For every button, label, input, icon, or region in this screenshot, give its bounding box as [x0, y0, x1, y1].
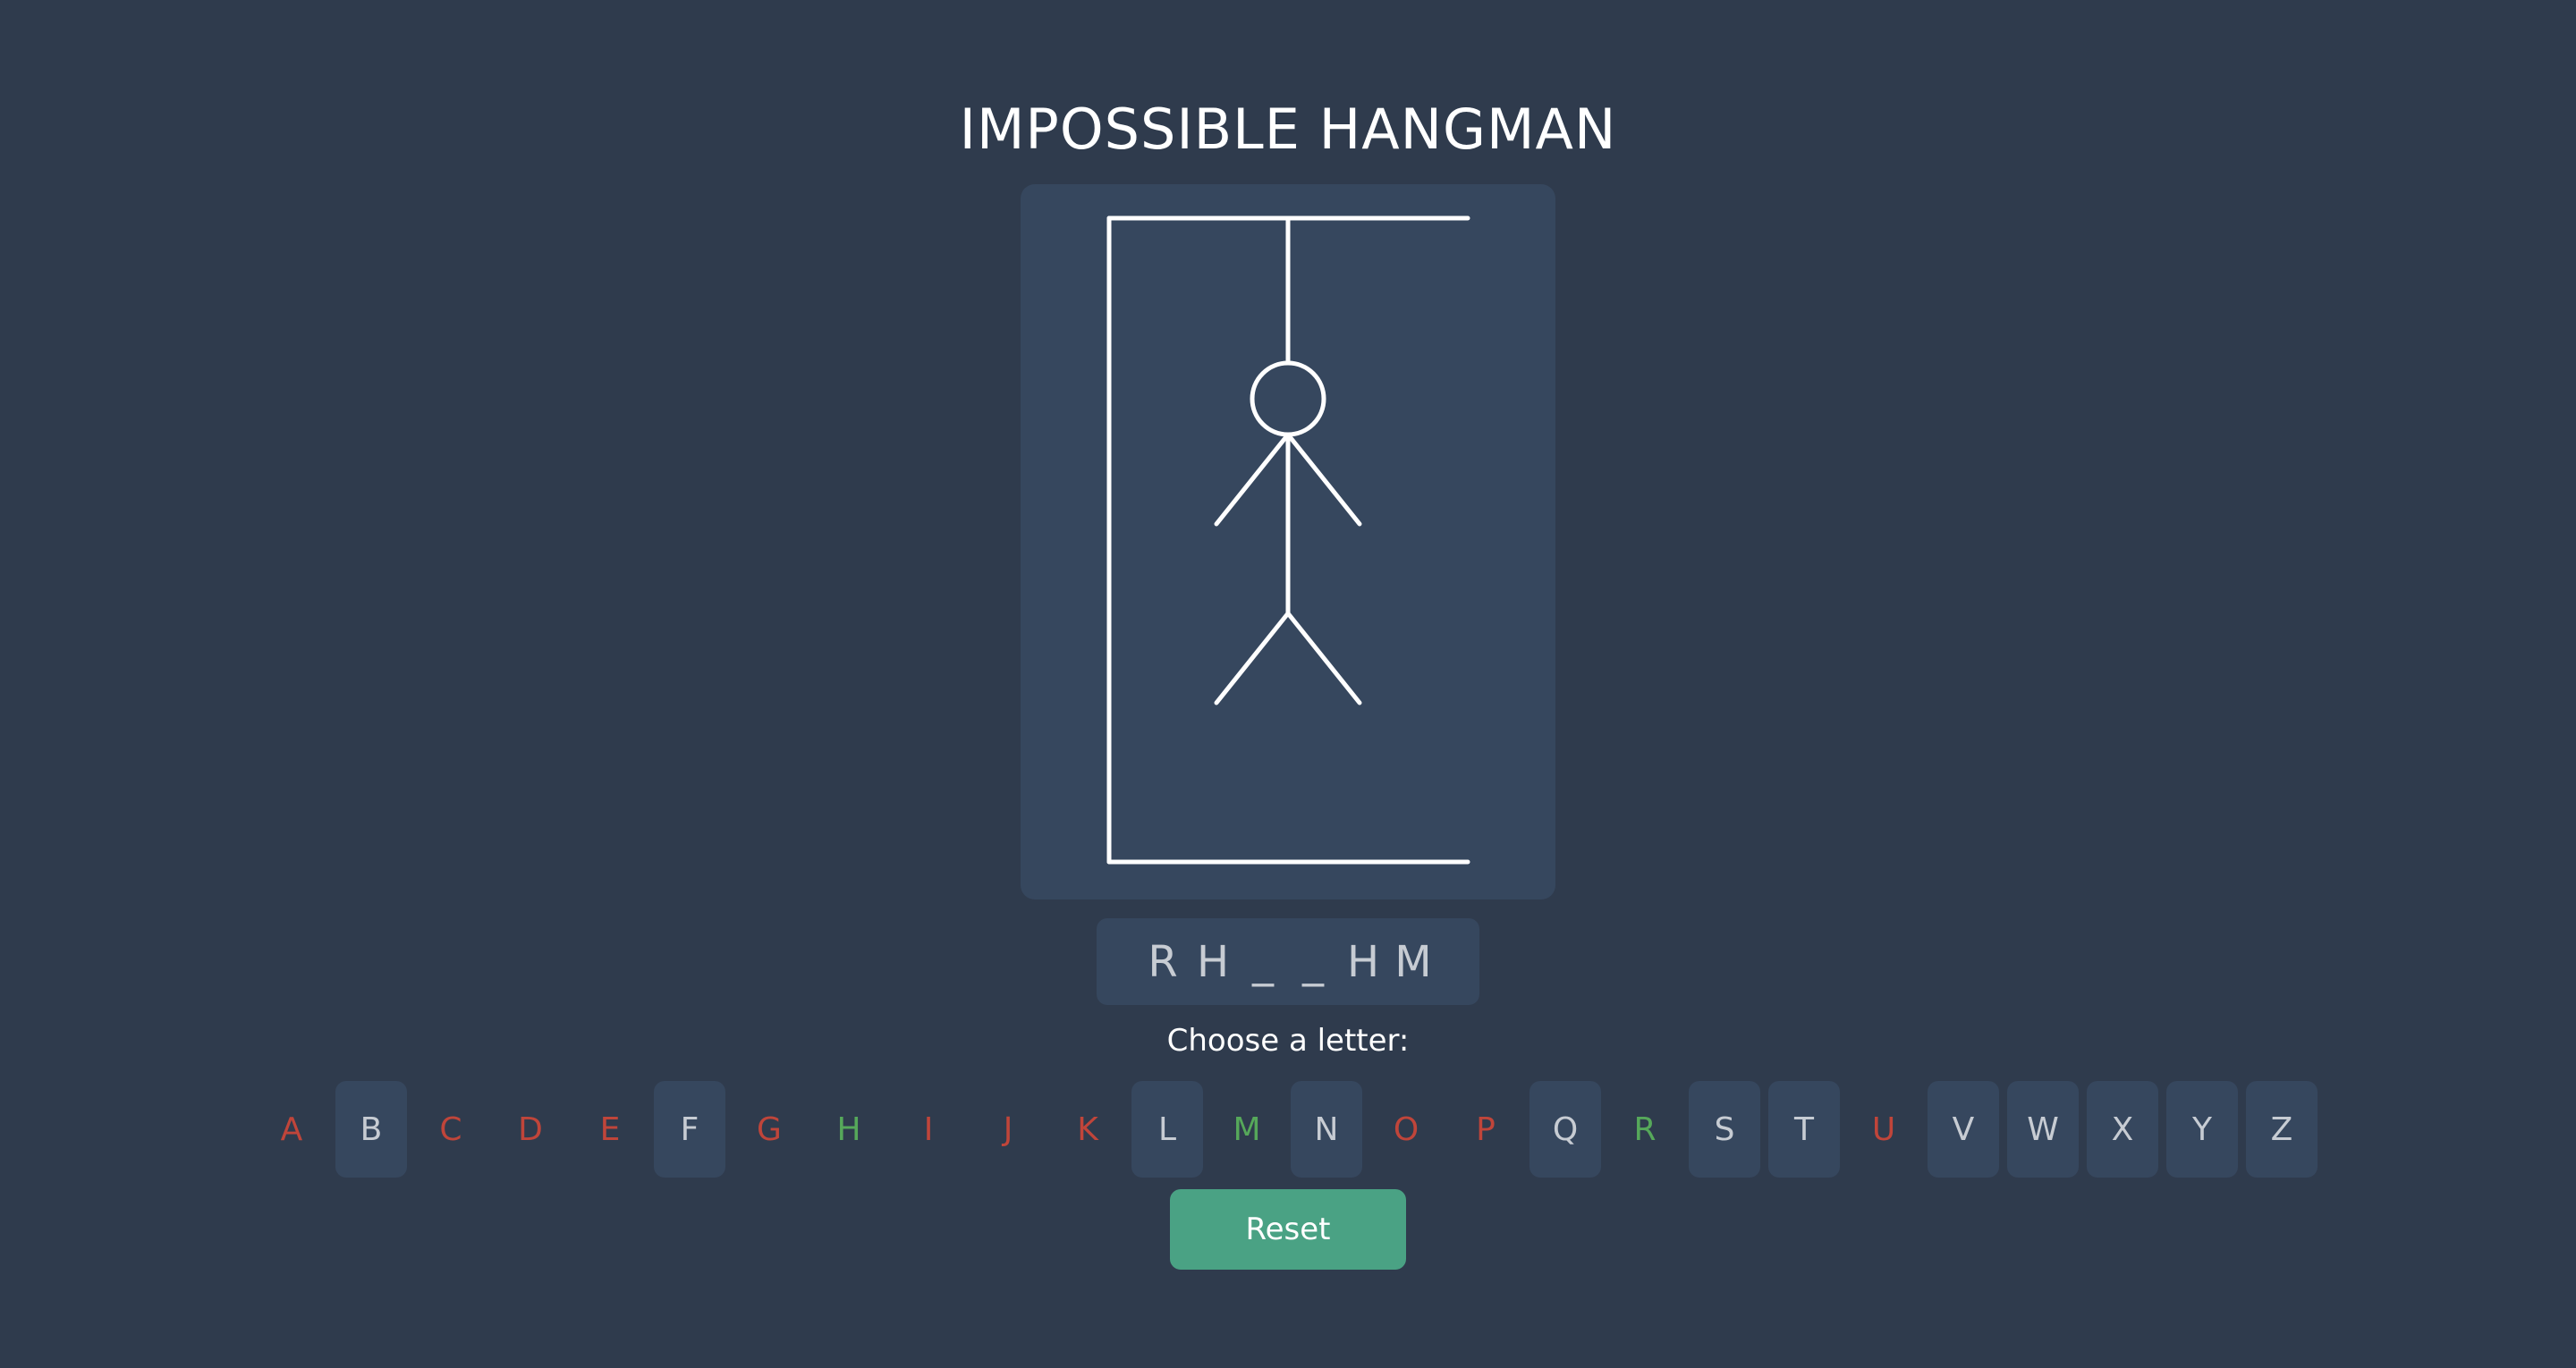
letter-button-u[interactable]: U [1848, 1081, 1919, 1178]
hangman-head [1250, 360, 1326, 437]
letter-button-k[interactable]: K [1052, 1081, 1123, 1178]
letter-button-f[interactable]: F [654, 1081, 725, 1178]
letter-button-n[interactable]: N [1291, 1081, 1362, 1178]
letter-button-z[interactable]: Z [2246, 1081, 2318, 1178]
reset-button[interactable]: Reset [1170, 1189, 1406, 1270]
letter-button-q[interactable]: Q [1530, 1081, 1601, 1178]
choose-letter-prompt: Choose a letter: [1166, 1023, 1410, 1059]
letter-button-m[interactable]: M [1211, 1081, 1283, 1178]
letter-button-g[interactable]: G [733, 1081, 805, 1178]
letter-button-y[interactable]: Y [2166, 1081, 2238, 1178]
word-letter: M [1394, 936, 1432, 987]
letter-button-d[interactable]: D [495, 1081, 566, 1178]
letter-button-h[interactable]: H [813, 1081, 885, 1178]
page-title: IMPOSSIBLE HANGMAN [959, 97, 1617, 162]
letter-button-i[interactable]: I [893, 1081, 964, 1178]
letter-button-w[interactable]: W [2007, 1081, 2079, 1178]
letter-button-a[interactable]: A [256, 1081, 327, 1178]
letter-button-o[interactable]: O [1370, 1081, 1442, 1178]
word-letter: H [1196, 936, 1230, 987]
letter-button-b[interactable]: B [335, 1081, 407, 1178]
letter-button-j[interactable]: J [972, 1081, 1044, 1178]
hangman-left-arm [1214, 432, 1291, 527]
letter-button-p[interactable]: P [1450, 1081, 1521, 1178]
letter-button-l[interactable]: L [1131, 1081, 1203, 1178]
letter-button-t[interactable]: T [1768, 1081, 1840, 1178]
letter-keyboard: A B C D E F G H I J K L M N O P Q R S T … [0, 1081, 2576, 1178]
letter-button-e[interactable]: E [574, 1081, 646, 1178]
letter-button-v[interactable]: V [1928, 1081, 1999, 1178]
hangman-right-leg [1285, 611, 1362, 705]
word-letter: _ [1302, 936, 1324, 987]
word-letter: _ [1252, 936, 1274, 987]
letter-button-c[interactable]: C [415, 1081, 487, 1178]
word-display: R H _ _ H M [1097, 918, 1479, 1005]
hangman-left-leg [1214, 611, 1291, 705]
hangman-drawing [1106, 215, 1470, 865]
hangman-right-arm [1285, 432, 1362, 527]
letter-button-x[interactable]: X [2087, 1081, 2158, 1178]
letter-button-r[interactable]: R [1609, 1081, 1681, 1178]
letter-button-s[interactable]: S [1689, 1081, 1760, 1178]
word-letter: H [1346, 936, 1380, 987]
gallows-panel [1021, 184, 1555, 899]
word-letter: R [1148, 936, 1178, 987]
